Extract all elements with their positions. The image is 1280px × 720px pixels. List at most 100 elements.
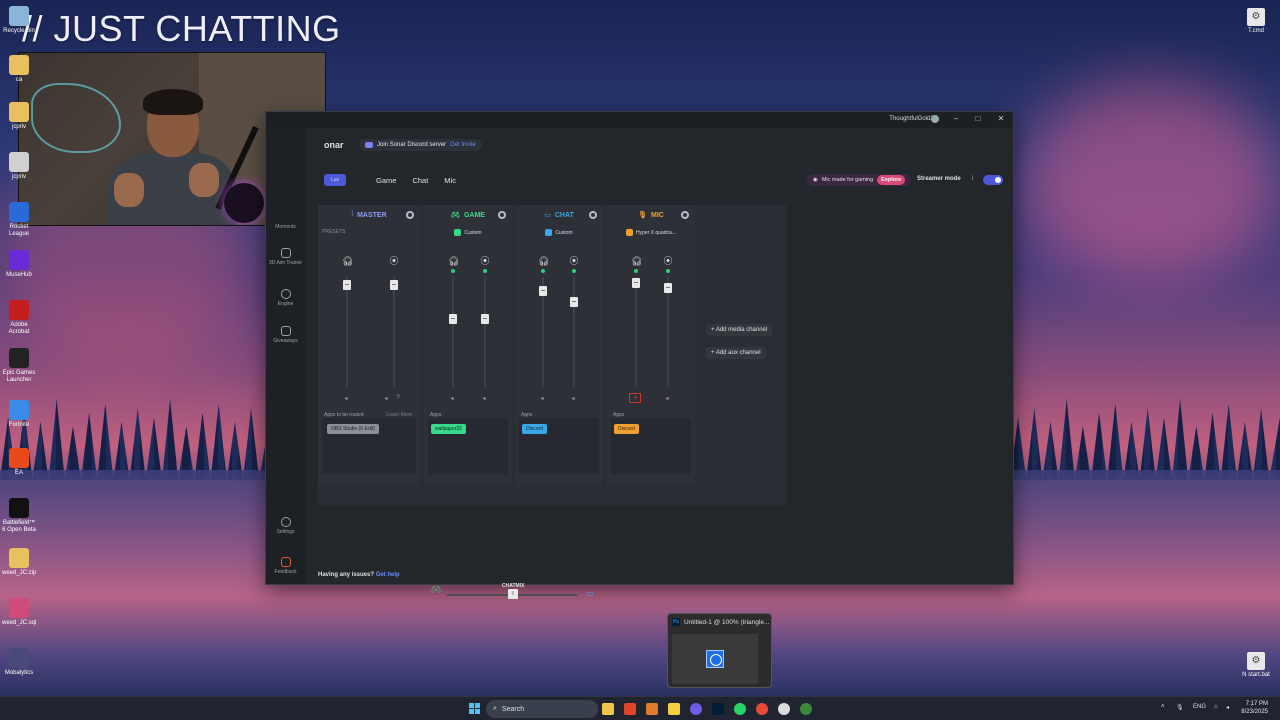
desktop-icon[interactable]: ca (2, 55, 36, 84)
help-icon[interactable]: ? (394, 395, 402, 401)
tab-chat[interactable]: Chat (412, 176, 428, 185)
slider-track[interactable] (635, 277, 637, 387)
chat-stream-knob[interactable] (570, 297, 578, 308)
desktop-icon[interactable]: EA (2, 448, 36, 477)
mic-icon[interactable]: 🎙︎ (1176, 704, 1184, 711)
desktop-icon[interactable]: Epic Games Launcher (2, 348, 36, 384)
desktop-icon[interactable]: jcpriv (2, 152, 36, 181)
sidebar-item-settings[interactable]: Settings (266, 517, 305, 535)
app-chip-obs[interactable]: OBS Studio (6-Edit) (327, 424, 379, 434)
app-icon[interactable] (756, 703, 768, 715)
sidebar-item-feedback[interactable]: Feedback (266, 557, 305, 575)
volume-icon[interactable]: ◂ (569, 395, 577, 402)
presets-text: PRESETS (322, 229, 346, 235)
tab-active[interactable]: Lux (324, 174, 346, 186)
add-aux-channel-button[interactable]: + Add aux channel (706, 347, 766, 359)
desktop-icon[interactable]: Rocket League (2, 202, 36, 238)
slider-track[interactable] (573, 277, 575, 387)
gear-icon[interactable] (589, 211, 597, 219)
game-stream-knob[interactable] (481, 313, 489, 324)
volume-icon[interactable]: ◂ (382, 395, 390, 402)
info-icon[interactable]: i (972, 176, 973, 182)
whatsapp-icon[interactable] (734, 703, 746, 715)
windows-start-icon[interactable] (469, 703, 481, 715)
desktop-icon-start-bat[interactable]: ⚙ N start.bat (1236, 652, 1276, 678)
explore-button[interactable]: Explore (877, 175, 906, 185)
streamer-mode-toggle[interactable] (983, 175, 1003, 185)
gear-icon[interactable] (406, 211, 414, 219)
sticky-notes-icon[interactable] (668, 703, 680, 715)
network-icon[interactable]: ⌂ (1214, 704, 1218, 710)
mute-button[interactable]: ◂ (629, 393, 641, 403)
volume-icon[interactable]: ◂ (663, 395, 671, 402)
mic-stream-knob[interactable] (664, 283, 672, 293)
desktop-icon-t-cmd[interactable]: ⚙ T.cmd (1236, 8, 1276, 34)
maximize-button[interactable]: □ (972, 114, 984, 123)
file-explorer-icon[interactable] (602, 703, 614, 715)
desktop-icon[interactable]: Adobe Acrobat (2, 300, 36, 336)
taskbar-search[interactable]: ⌕ Search (486, 700, 598, 718)
add-media-channel-button[interactable]: + Add media channel (706, 324, 773, 336)
chatmix-knob[interactable]: I (508, 589, 518, 599)
channel-preset[interactable]: Custom (424, 229, 512, 236)
app-chip-wallpaper[interactable]: wallpaper32 (431, 424, 466, 434)
avatar[interactable] (931, 115, 939, 123)
chat-headphones-knob[interactable] (539, 286, 547, 297)
desktop-icon[interactable]: Mobalytics (2, 648, 36, 677)
desktop-icon[interactable]: Battlefield™ 6 Open Beta (2, 498, 36, 534)
app-chip-discord[interactable]: Discord (522, 424, 547, 434)
sidebar-item-giveaways[interactable]: Giveaways (266, 326, 305, 344)
gear-icon[interactable] (681, 211, 689, 219)
preset-icon (454, 229, 462, 236)
epic-games-icon (9, 348, 29, 368)
tab-mic[interactable]: Mic (444, 176, 456, 185)
gear-file-icon: ⚙ (1247, 8, 1265, 26)
photoshop-icon[interactable] (712, 703, 724, 715)
get-help-link[interactable]: Get help (376, 572, 400, 578)
language-indicator[interactable]: ENG (1193, 704, 1206, 710)
mic-promo-banner[interactable]: ◉ Mic made for gaming Explore (807, 174, 912, 186)
game-headphones-knob[interactable] (449, 313, 457, 324)
volume-icon[interactable]: ◂ (480, 395, 488, 402)
desktop-icon[interactable]: MuseHub (2, 250, 36, 279)
channel-preset[interactable]: Custom (515, 229, 603, 236)
steelseries-icon[interactable] (778, 703, 790, 715)
slider-track[interactable] (667, 277, 669, 387)
slider-track[interactable] (346, 277, 348, 387)
desktop-icon[interactable]: Fortnite (2, 400, 36, 429)
master-stream-knob[interactable] (390, 279, 398, 290)
gear-icon[interactable] (498, 211, 506, 219)
desktop-icon[interactable]: Recycle Bin (2, 6, 36, 35)
channel-preset[interactable]: Hyper X quadca... (607, 229, 695, 236)
app-chip-discord[interactable]: Discord (614, 424, 639, 434)
sidebar-item-moments[interactable]: Moments (266, 224, 305, 230)
desktop-icon[interactable]: jcpriv (2, 102, 36, 131)
slider-track[interactable] (484, 277, 486, 387)
close-button[interactable]: ✕ (995, 114, 1007, 123)
chevron-up-icon[interactable]: ˄ (1161, 704, 1165, 710)
sidebar-item-engine[interactable]: Engine (266, 289, 305, 307)
mic-headphones-knob[interactable] (632, 277, 640, 288)
volume-icon[interactable]: ◂ (538, 395, 546, 402)
desktop-icon-label: T.cmd (1247, 28, 1264, 34)
master-headphones-knob[interactable] (343, 279, 351, 290)
clock[interactable]: 7:17 PM 8/23/2025 (1241, 700, 1268, 716)
desktop-icon[interactable]: weed_JC.sql (2, 598, 36, 627)
volume-icon[interactable]: ◂ (448, 395, 456, 402)
discord-icon[interactable] (690, 703, 702, 715)
get-invite-link[interactable]: Get Invite (450, 142, 476, 148)
app-icon[interactable] (646, 703, 658, 715)
photoshop-preview[interactable]: Ps Untitled-1 @ 100% (triangle... (667, 613, 772, 688)
discord-invite-banner[interactable]: Join Sonar Discord server Get Invite (359, 139, 482, 151)
apps-dropzone: Discord (519, 418, 599, 474)
volume-icon[interactable]: ◂ (1226, 704, 1229, 711)
tab-game[interactable]: Game (376, 176, 396, 185)
minimize-button[interactable]: – (950, 114, 962, 123)
slider-track[interactable] (452, 277, 454, 387)
volume-icon[interactable]: ◂ (342, 395, 350, 402)
app-icon[interactable] (800, 703, 812, 715)
sidebar-item-aim-trainer[interactable]: 3D Aim Trainer (266, 248, 305, 266)
brave-icon[interactable] (624, 703, 636, 715)
desktop-icon[interactable]: weed_JC.zip (2, 548, 36, 577)
slider-track[interactable] (393, 277, 395, 387)
